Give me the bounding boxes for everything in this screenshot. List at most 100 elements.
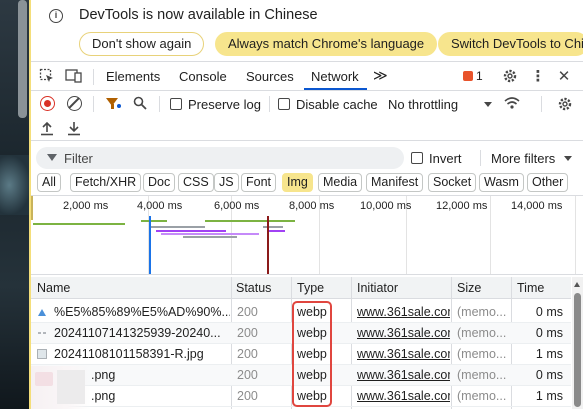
tab-sources[interactable]: Sources [246, 69, 294, 84]
background-scrollbar [18, 0, 27, 118]
request-initiator[interactable]: www.361sale.com [357, 389, 450, 403]
tab-elements[interactable]: Elements [106, 69, 160, 84]
overview-request-bar [161, 233, 259, 235]
overview-request-bar [149, 226, 205, 228]
always-match-language-button[interactable]: Always match Chrome's language [215, 32, 438, 56]
request-status: 200 [237, 368, 258, 382]
inspect-element-icon[interactable] [38, 68, 56, 86]
clear-log-icon[interactable] [67, 96, 82, 111]
throttling-select[interactable]: No throttling [388, 97, 458, 112]
request-size: (memo... [457, 389, 507, 403]
background-image [0, 155, 31, 215]
disable-cache-label: Disable cache [296, 97, 378, 112]
tab-network[interactable]: Network [311, 69, 359, 84]
type-filter-media[interactable]: Media [318, 173, 363, 192]
banner-message: DevTools is now available in Chinese [79, 7, 318, 23]
request-status: 200 [237, 389, 258, 403]
dont-show-again-button[interactable]: Don't show again [79, 32, 205, 56]
tab-console[interactable]: Console [179, 69, 227, 84]
chevron-down-icon[interactable] [484, 102, 492, 107]
type-filter-doc[interactable]: Doc [143, 173, 176, 192]
more-options-icon[interactable]: ⋮ [529, 68, 547, 86]
export-har-icon[interactable] [67, 120, 81, 136]
column-header-initiator[interactable]: Initiator [357, 281, 398, 295]
network-settings-gear-icon[interactable] [557, 96, 573, 112]
type-filter-fetch-xhr[interactable]: Fetch/XHR [70, 173, 142, 192]
toolbar-divider [541, 96, 542, 112]
issues-badge[interactable]: 1 [463, 69, 483, 83]
scroll-up-icon[interactable] [574, 282, 580, 287]
background-window-strip [0, 0, 31, 409]
request-name: 20241107141325939-20240... [54, 326, 221, 340]
overview-gridline [575, 196, 576, 274]
preserve-log-checkbox[interactable] [170, 98, 182, 110]
column-header-time[interactable]: Time [517, 281, 544, 295]
type-filter-all[interactable]: All [37, 173, 61, 192]
switch-devtools-language-button[interactable]: Switch DevTools to Chinese [438, 32, 583, 56]
table-header: Name Status Type Initiator Size Time [31, 277, 571, 299]
overview-request-bar [205, 220, 295, 222]
more-tabs-button[interactable]: ≫ [373, 67, 388, 84]
request-size: (memo... [457, 326, 507, 340]
request-initiator[interactable]: www.361sale.com [357, 347, 450, 361]
disable-cache-checkbox[interactable] [278, 98, 290, 110]
import-har-icon[interactable] [40, 120, 54, 136]
device-toolbar-icon[interactable] [65, 68, 83, 86]
table-scrollbar[interactable] [572, 277, 583, 409]
filter-divider [480, 150, 481, 166]
column-header-type[interactable]: Type [297, 281, 324, 295]
column-header-size[interactable]: Size [457, 281, 481, 295]
search-icon[interactable] [133, 96, 147, 110]
more-filters-dropdown[interactable]: More filters [491, 151, 555, 166]
type-filter-manifest[interactable]: Manifest [366, 173, 424, 192]
overview-tick-label: 14,000 ms [511, 200, 563, 212]
active-tab-indicator [304, 88, 367, 90]
type-filter-wasm[interactable]: Wasm [479, 173, 524, 192]
request-time: 0 ms [535, 326, 563, 340]
toolbar-divider [93, 96, 94, 112]
overview-request-bar [141, 220, 167, 222]
redacted-block [57, 370, 85, 404]
invert-checkbox[interactable] [411, 152, 423, 164]
network-overview-timeline[interactable]: 2,000 ms 4,000 ms 6,000 ms 8,000 ms 10,0… [31, 195, 583, 275]
overview-range-handle[interactable] [31, 196, 33, 220]
request-size: (memo... [457, 368, 507, 382]
type-filter-css[interactable]: CSS [178, 173, 214, 192]
request-name: 20241108101158391-R.jpg [54, 347, 204, 361]
request-initiator[interactable]: www.361sale.com [357, 326, 450, 340]
type-filter-img[interactable]: Img [282, 173, 313, 192]
scrollbar-thumb[interactable] [574, 293, 581, 407]
info-icon: i [49, 9, 63, 23]
domcontentloaded-marker [149, 216, 151, 274]
close-icon[interactable]: ✕ [555, 68, 573, 86]
resource-type-filters: All Fetch/XHR Doc CSS JS Font Img Media … [31, 172, 583, 194]
overview-request-bar [263, 226, 283, 228]
record-button-icon[interactable] [40, 96, 55, 111]
overview-tick-label: 6,000 ms [214, 200, 260, 212]
settings-gear-icon[interactable] [501, 68, 519, 86]
overview-tick-label: 8,000 ms [289, 200, 335, 212]
chevron-down-icon[interactable] [564, 156, 572, 161]
column-header-status[interactable]: Status [236, 281, 271, 295]
column-header-name[interactable]: Name [37, 281, 70, 295]
issue-count: 1 [476, 69, 483, 83]
overview-tick-label: 12,000 ms [436, 200, 488, 212]
network-conditions-icon[interactable] [503, 95, 521, 111]
filter-input[interactable]: Filter [36, 147, 404, 169]
request-status: 200 [237, 305, 258, 319]
type-filter-js[interactable]: JS [214, 173, 239, 192]
redacted-block [35, 372, 53, 386]
type-filter-font[interactable]: Font [241, 173, 277, 192]
toolbar-divider [159, 96, 160, 112]
overview-request-bar [183, 236, 237, 238]
request-time: 0 ms [535, 305, 563, 319]
request-size: (memo... [457, 347, 507, 361]
panel-tabs: Elements Console Sources Network ≫ 1 ⋮ ✕ [31, 63, 583, 91]
type-filter-socket[interactable]: Socket [428, 173, 477, 192]
filter-toggle-stem [111, 104, 114, 109]
request-time: 0 ms [535, 368, 563, 382]
request-initiator[interactable]: www.361sale.com [357, 368, 450, 382]
request-initiator[interactable]: www.361sale.com [357, 305, 450, 319]
type-filter-other[interactable]: Other [527, 173, 569, 192]
request-status: 200 [237, 326, 258, 340]
